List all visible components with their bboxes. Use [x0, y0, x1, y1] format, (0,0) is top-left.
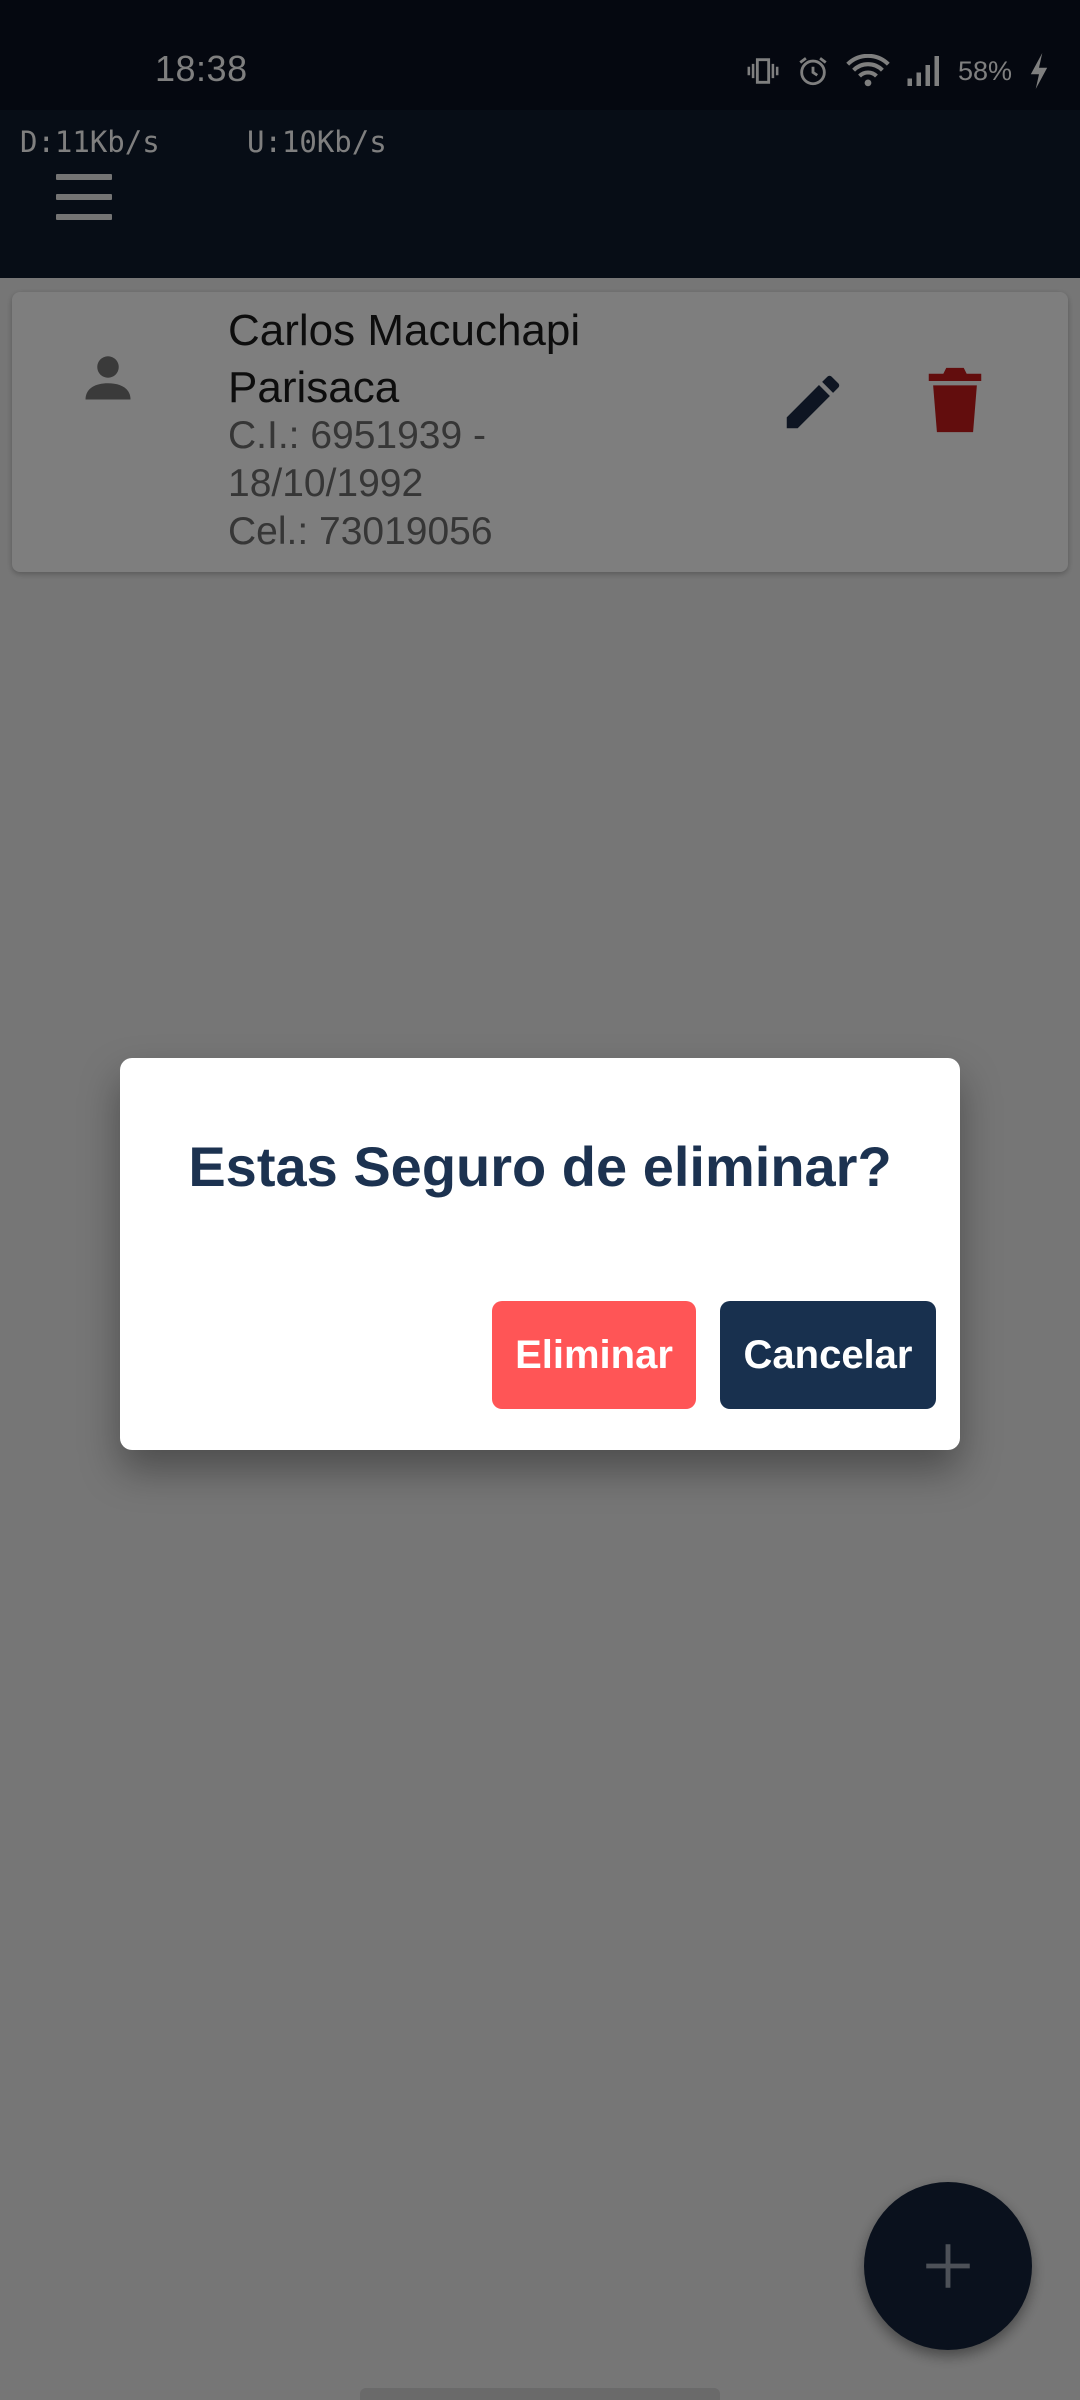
confirm-delete-dialog: Estas Seguro de eliminar? Eliminar Cance… [120, 1058, 960, 1450]
eliminar-button[interactable]: Eliminar [492, 1301, 696, 1409]
dialog-title: Estas Seguro de eliminar? [188, 1135, 892, 1198]
cancelar-button[interactable]: Cancelar [720, 1301, 936, 1409]
screen: 18:38 58% D:11Kb/s U:10Kb/s [0, 0, 1080, 2400]
home-indicator[interactable] [360, 2388, 720, 2400]
